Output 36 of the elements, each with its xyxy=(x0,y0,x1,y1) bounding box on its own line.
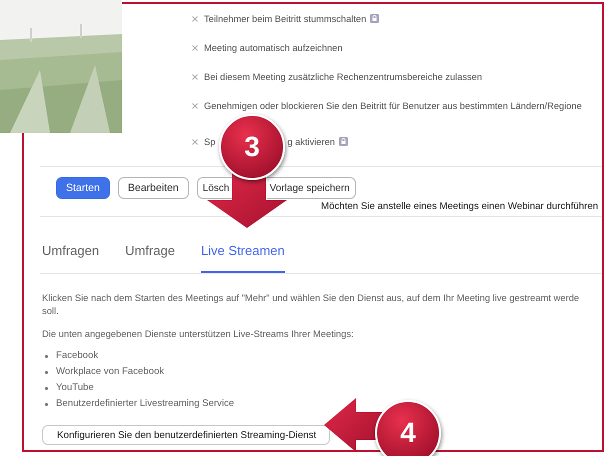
tab[interactable]: Umfragen xyxy=(42,243,100,273)
action-button[interactable]: Lösch xyxy=(196,177,233,199)
instruction-text: soll. xyxy=(42,304,60,317)
bullet-icon xyxy=(45,354,48,358)
webinar-hint: Möchten Sie anstelle eines Meetings einen Webinar durchführen xyxy=(320,200,600,214)
action-button[interactable]: Bearbeiten xyxy=(118,177,189,199)
lock-icon xyxy=(370,14,380,23)
option-label: g aktivieren xyxy=(287,136,335,146)
option-label: Meeting automatisch aufzeichnen xyxy=(204,42,343,52)
arrow-overlay xyxy=(322,396,384,454)
lock-icon xyxy=(338,137,348,146)
configure-button[interactable]: Konfigurieren Sie den benutzerdefinierten Streaming-Dienst xyxy=(42,425,330,445)
cross-icon xyxy=(192,74,198,80)
action-button[interactable]: Vorlage speichern xyxy=(266,177,356,199)
service-item: Workplace von Facebook xyxy=(56,365,164,379)
option-label: Teilnehmer beim Beitritt stummschalten xyxy=(204,14,366,24)
tab[interactable]: Live Streamen xyxy=(200,243,285,273)
cross-icon xyxy=(192,16,198,22)
tab[interactable]: Umfrage xyxy=(125,243,175,273)
start-button[interactable]: Starten xyxy=(56,177,110,199)
instruction-text: Klicken Sie nach dem Starten des Meetings auf "Mehr" und wählen Sie den Dienst aus, auf dem Ihr Meeting live gestreamt werde xyxy=(42,291,580,304)
cross-icon xyxy=(192,102,198,108)
services-intro: Die unten angegebenen Dienste unterstützen Live-Streams Ihrer Meetings: xyxy=(42,327,355,340)
service-item: Benutzerdefinierter Livestreaming Service xyxy=(56,397,234,411)
service-item: Facebook xyxy=(56,349,98,363)
cross-icon xyxy=(192,138,198,144)
cross-icon xyxy=(192,44,198,50)
bullet-icon xyxy=(45,370,48,374)
option-label: Bei diesem Meeting zusätzliche Rechenzentrumsbereiche zulassen xyxy=(204,72,482,82)
step-badge: 4 xyxy=(375,400,441,456)
bullet-icon xyxy=(45,386,48,390)
step-badge: 3 xyxy=(219,114,285,180)
bullet-icon xyxy=(45,402,48,406)
service-item: YouTube xyxy=(56,381,94,395)
option-label: Genehmigen oder blockieren Sie den Beitritt für Benutzer aus bestimmten Ländern/Regione xyxy=(204,100,582,110)
option-label: Sp xyxy=(204,136,216,146)
